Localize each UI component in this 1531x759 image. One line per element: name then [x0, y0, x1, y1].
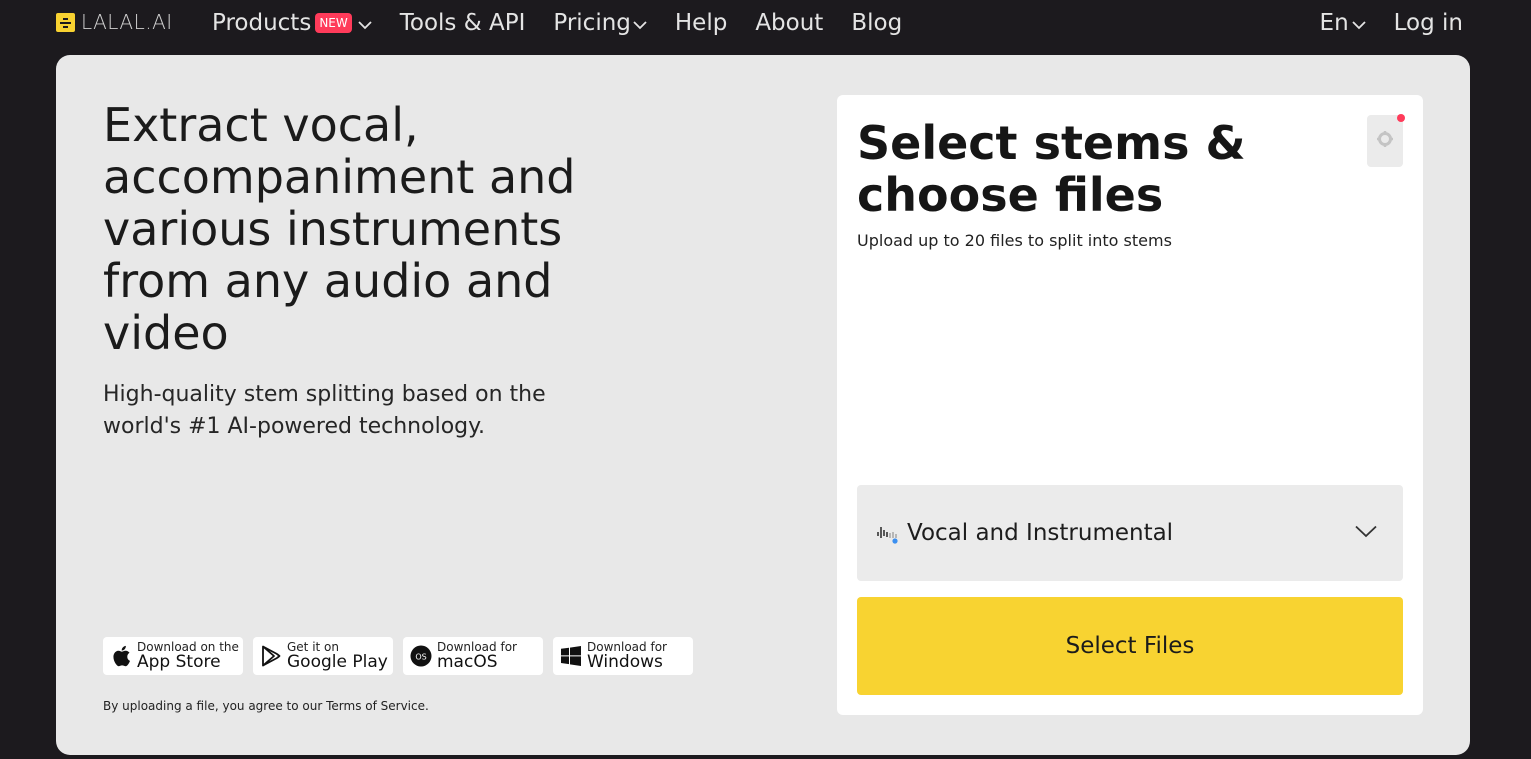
language-label: En — [1319, 10, 1349, 36]
nav-help-label: Help — [674, 10, 728, 36]
logo-text: LALAL.AI — [81, 10, 173, 34]
chevron-down-icon — [1355, 523, 1377, 542]
chevron-down-icon — [1352, 10, 1366, 36]
nav-tools-api[interactable]: Tools & API — [400, 10, 526, 36]
login-link[interactable]: Log in — [1394, 10, 1463, 36]
nav-about[interactable]: About — [755, 10, 823, 36]
header-actions: En Log in — [1292, 6, 1463, 40]
chevron-down-icon — [633, 10, 647, 36]
waveform-icon — [875, 520, 905, 546]
macos-download-button[interactable]: OS Download for macOS — [403, 637, 543, 675]
store-big-text: Windows — [587, 652, 663, 672]
stem-type-dropdown[interactable]: Vocal and Instrumental — [857, 485, 1403, 581]
nav-pricing[interactable]: Pricing — [553, 10, 647, 36]
nav-products-label: Products — [212, 10, 312, 36]
hero-subtitle: High-quality stem splitting based on the… — [103, 382, 546, 439]
windows-icon — [560, 645, 582, 667]
panel-title: Select stems & choose files — [857, 116, 1246, 222]
nav-tools-label: Tools & API — [399, 10, 526, 36]
logo[interactable]: LALAL.AI — [56, 10, 173, 34]
gear-icon — [1376, 130, 1394, 152]
hero-title: Extract vocal, accompaniment and various… — [103, 98, 576, 360]
nav-about-label: About — [755, 10, 824, 36]
select-files-button[interactable]: Select Files — [857, 597, 1403, 695]
main-card: Extract vocal, accompaniment and various… — [56, 55, 1470, 755]
store-big-text: App Store — [137, 652, 221, 672]
app-store-button[interactable]: Download on the App Store — [103, 637, 243, 675]
upload-panel: Select stems & choose files Upload up to… — [837, 95, 1423, 715]
svg-text:OS: OS — [415, 653, 426, 662]
store-buttons: Download on the App Store Get it on Goog… — [103, 637, 703, 675]
nav-help[interactable]: Help — [675, 10, 727, 36]
store-big-text: macOS — [437, 652, 498, 672]
terms-notice: By uploading a file, you agree to our Te… — [103, 699, 429, 713]
stem-type-value: Vocal and Instrumental — [907, 520, 1174, 546]
language-selector[interactable]: En — [1320, 10, 1366, 36]
notification-dot — [1397, 114, 1405, 122]
macos-icon: OS — [410, 645, 432, 667]
windows-download-button[interactable]: Download for Windows — [553, 637, 693, 675]
new-badge: NEW — [315, 13, 352, 33]
store-big-text: Google Play — [287, 652, 388, 672]
chevron-down-icon — [358, 10, 372, 36]
nav-blog[interactable]: Blog — [851, 10, 902, 36]
logo-icon — [56, 12, 75, 32]
settings-button[interactable] — [1367, 115, 1403, 167]
main-nav: Products NEW Tools & API Pricing Help Ab… — [212, 6, 930, 40]
nav-blog-label: Blog — [851, 10, 903, 36]
google-play-icon — [260, 645, 282, 667]
panel-subtitle: Upload up to 20 files to split into stem… — [857, 231, 1172, 250]
site-header: LALAL.AI Products NEW Tools & API Pricin… — [0, 0, 1531, 46]
google-play-button[interactable]: Get it on Google Play — [253, 637, 393, 675]
nav-products[interactable]: Products NEW — [212, 10, 372, 36]
nav-pricing-label: Pricing — [553, 10, 631, 36]
apple-icon — [110, 645, 132, 667]
